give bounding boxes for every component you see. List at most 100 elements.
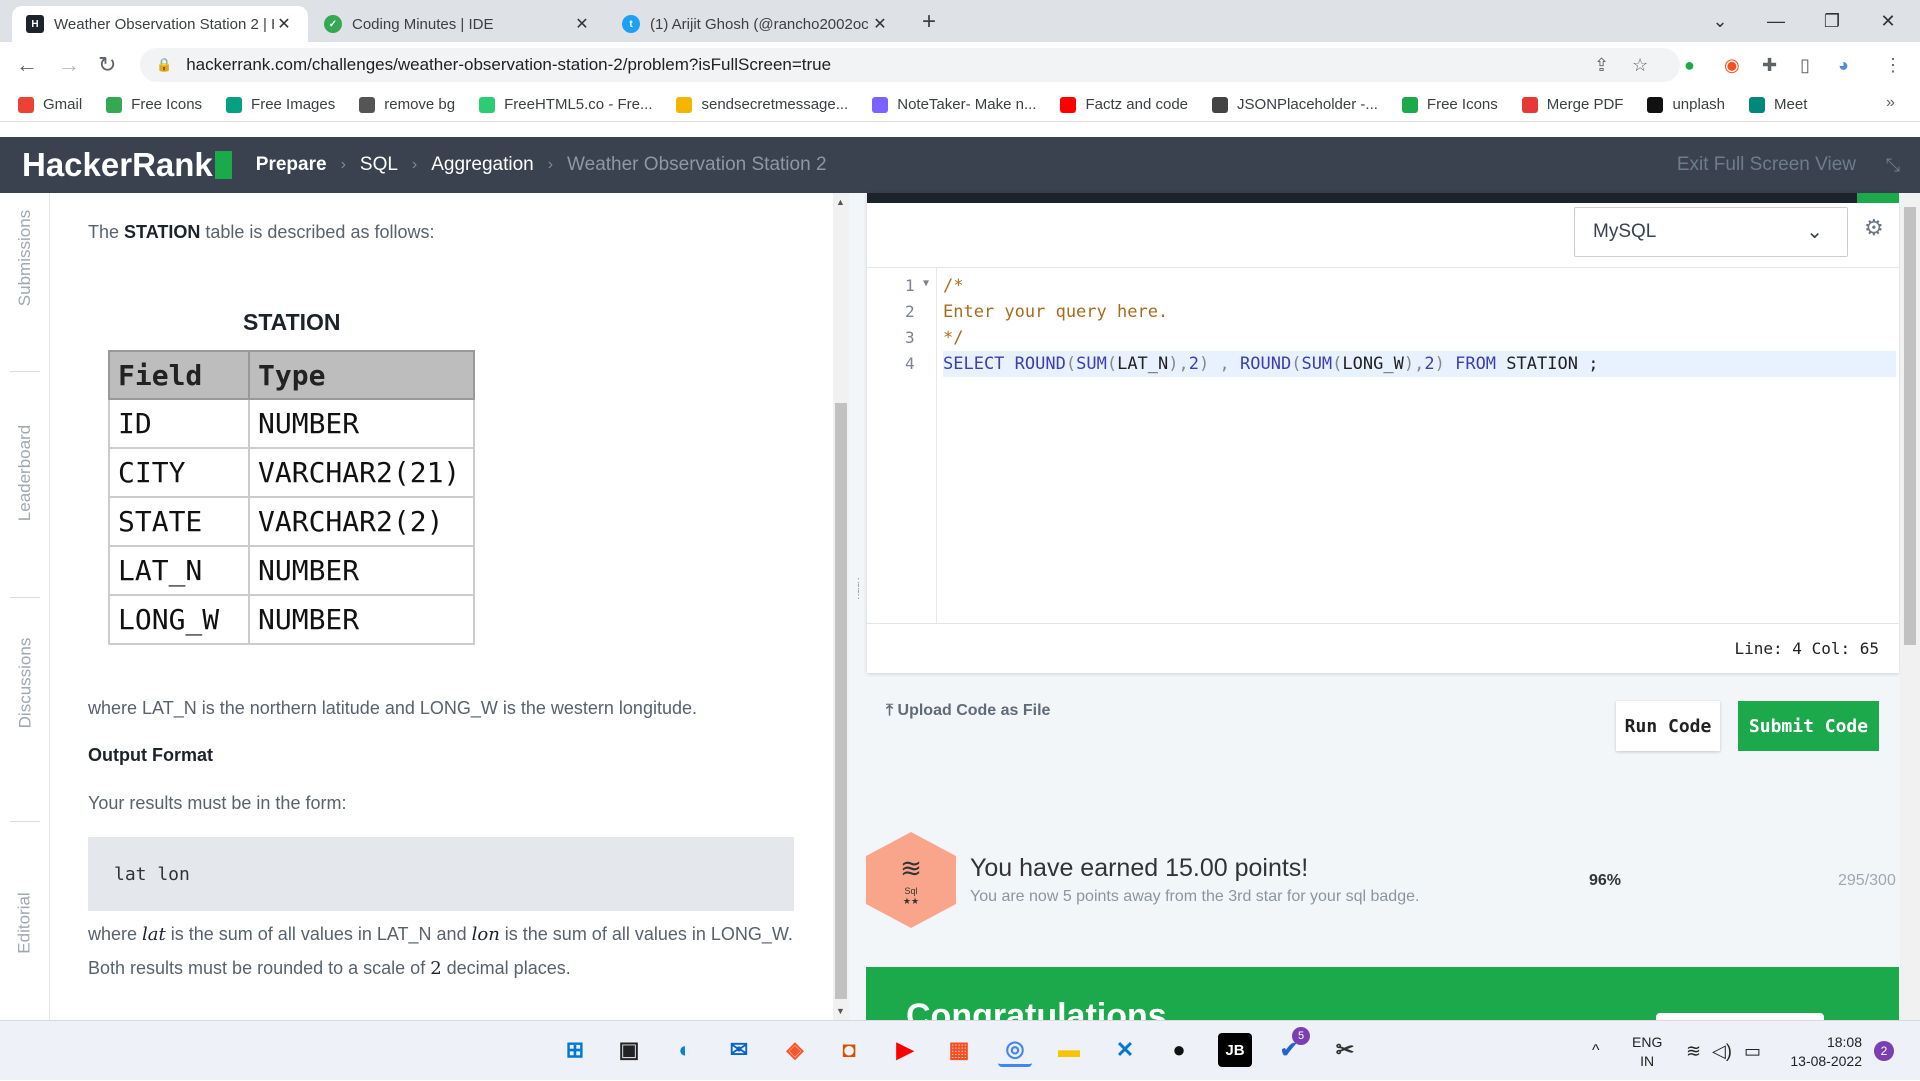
- puzzle-icon[interactable]: ✚: [1762, 55, 1777, 76]
- vscode-icon[interactable]: ✕: [1108, 1033, 1142, 1067]
- reload-icon[interactable]: ↻: [98, 52, 116, 78]
- task-view-icon[interactable]: ▣: [612, 1033, 646, 1067]
- language-select[interactable]: MySQL ⌄: [1574, 207, 1848, 257]
- table-row: LAT_N NUMBER: [108, 545, 475, 596]
- submit-code-button[interactable]: Submit Code: [1738, 701, 1879, 751]
- bookmark-item[interactable]: Factz and code: [1060, 96, 1188, 113]
- brave-icon[interactable]: ◈: [778, 1033, 812, 1067]
- chevron-up-icon[interactable]: ^: [1592, 1021, 1600, 1081]
- bookmark-item[interactable]: FreeHTML5.co - Fre...: [479, 96, 652, 113]
- code-line[interactable]: */: [943, 325, 1896, 351]
- browser-tab-hackerrank[interactable]: H Weather Observation Station 2 | H ✕: [12, 6, 308, 42]
- problem-statement: The STATION table is described as follow…: [50, 193, 830, 1020]
- wifi-icon[interactable]: ≋: [1686, 1021, 1701, 1081]
- volume-icon[interactable]: ◁): [1712, 1021, 1732, 1081]
- snipping-tool-icon[interactable]: ✂: [1328, 1033, 1362, 1067]
- bookmark-label: Free Icons: [131, 96, 203, 113]
- minimize-icon[interactable]: —: [1748, 0, 1804, 42]
- json-icon: [1212, 96, 1229, 113]
- note-icon: [872, 96, 889, 113]
- bookmark-item[interactable]: Free Images: [226, 96, 335, 113]
- browser-tab-twitter[interactable]: t (1) Arijit Ghosh (@rancho2002oc ✕: [608, 6, 904, 42]
- tab-editorial[interactable]: Editorial: [0, 873, 50, 973]
- bookmark-item[interactable]: remove bg: [359, 96, 455, 113]
- tab-leaderboard[interactable]: Leaderboard: [0, 413, 50, 533]
- edge-icon[interactable]: ◐: [668, 1033, 702, 1067]
- run-code-button[interactable]: Run Code: [1616, 701, 1720, 751]
- chevron-right-icon: ›: [411, 156, 418, 173]
- bookmark-label: Factz and code: [1085, 96, 1189, 113]
- close-icon[interactable]: ✕: [572, 14, 592, 34]
- star-icon[interactable]: ☆: [1632, 55, 1648, 76]
- close-icon[interactable]: ✕: [870, 14, 890, 34]
- pane-splitter[interactable]: ⋮ ⋮ ⋮: [853, 578, 864, 601]
- jetbrains-icon[interactable]: JB: [1218, 1033, 1252, 1067]
- upload-code-button[interactable]: ⤒ Upload Code as File: [886, 702, 1050, 720]
- code-line[interactable]: /*: [943, 273, 1896, 299]
- maximize-icon[interactable]: ❐: [1804, 0, 1860, 42]
- bookmark-item[interactable]: sendsecretmessage...: [676, 96, 848, 113]
- code-editor: MySQL ⌄ ⚙ 1 ▼ 2 3 4 /* Enter your query …: [867, 193, 1899, 673]
- windows-start-icon[interactable]: ⊞: [558, 1033, 592, 1067]
- shrink-icon[interactable]: ⤡: [1886, 155, 1900, 176]
- crumb-prepare[interactable]: Prepare: [256, 154, 327, 176]
- crumb-aggregation[interactable]: Aggregation: [431, 154, 533, 176]
- menu-icon[interactable]: ⋮: [1884, 55, 1902, 76]
- side-tabs: Submissions Leaderboard Discussions Edit…: [0, 193, 50, 1020]
- crumb-sql[interactable]: SQL: [360, 154, 398, 176]
- microsoft-store-icon[interactable]: ▦: [942, 1033, 976, 1067]
- hackerrank-logo[interactable]: HackerRank: [22, 146, 232, 184]
- mail-icon[interactable]: ✉: [722, 1033, 756, 1067]
- where-text: where LAT_N is the northern latitude and…: [88, 698, 697, 718]
- bookmarks-bar: Gmail Free Icons Free Images remove bg FreeH…: [0, 88, 1920, 122]
- breadcrumb: Prepare › SQL › Aggregation › Weather Ob…: [256, 154, 827, 176]
- back-icon[interactable]: ←: [16, 52, 38, 78]
- bookmark-item[interactable]: Free Icons: [1401, 96, 1498, 113]
- page-scrollbar[interactable]: [1900, 193, 1920, 1020]
- browser-tab-ide[interactable]: ✓ Coding Minutes | IDE ✕: [310, 6, 606, 42]
- new-tab-icon[interactable]: +: [922, 8, 936, 36]
- bookmark-label: remove bg: [384, 96, 456, 113]
- notification-count[interactable]: 2: [1874, 1041, 1894, 1061]
- gear-icon[interactable]: ⚙: [1864, 215, 1884, 241]
- language-indicator[interactable]: ENG IN: [1632, 1033, 1662, 1071]
- pdf-icon: [1521, 96, 1538, 113]
- code-line[interactable]: Enter your query here.: [943, 299, 1896, 325]
- battery-icon[interactable]: ▭: [1744, 1021, 1761, 1081]
- tab-submissions[interactable]: Submissions: [0, 210, 50, 306]
- crumb-current: Weather Observation Station 2: [567, 154, 827, 175]
- youtube-icon[interactable]: ▶: [888, 1033, 922, 1067]
- bookmark-item[interactable]: NoteTaker- Make n...: [872, 96, 1036, 113]
- congratulations-banner: Congratulations: [866, 967, 1899, 1020]
- chrome-icon[interactable]: ◎: [998, 1033, 1032, 1067]
- cursor-status: Line: 4 Col: 65: [867, 623, 1899, 673]
- extension-icon[interactable]: ◉: [1724, 55, 1740, 76]
- fold-icon[interactable]: ▼: [923, 278, 929, 289]
- problem-scrollbar[interactable]: ▲ ▼: [833, 193, 849, 1020]
- close-icon[interactable]: ✕: [274, 14, 294, 34]
- bookmark-item[interactable]: Meet: [1749, 96, 1807, 113]
- sidepanel-icon[interactable]: ▯: [1800, 55, 1810, 76]
- github-icon[interactable]: ●: [1162, 1033, 1196, 1067]
- progress-score: 295/300: [1838, 872, 1896, 889]
- code-line[interactable]: SELECT ROUND(SUM(LAT_N),2) , ROUND(SUM(L…: [943, 351, 1896, 377]
- forward-icon[interactable]: →: [58, 52, 80, 78]
- bookmark-item[interactable]: Merge PDF: [1521, 96, 1623, 113]
- grammarly-icon[interactable]: ●: [1684, 55, 1695, 76]
- table-row: STATE VARCHAR2(2): [108, 496, 475, 547]
- clock[interactable]: 18:08 13-08-2022: [1776, 1033, 1862, 1071]
- avatar[interactable]: ◕: [1838, 55, 1849, 76]
- bookmark-item[interactable]: Gmail: [18, 96, 82, 113]
- exit-fullscreen-link[interactable]: Exit Full Screen View: [1677, 137, 1856, 193]
- window-close-icon[interactable]: ✕: [1860, 0, 1916, 42]
- file-explorer-icon[interactable]: ▬: [1052, 1033, 1086, 1067]
- bookmark-item[interactable]: Free Icons: [106, 96, 202, 113]
- share-icon[interactable]: ⇪: [1594, 55, 1609, 76]
- tab-discussions[interactable]: Discussions: [0, 623, 50, 743]
- address-bar[interactable]: 🔒 hackerrank.com/challenges/weather-obse…: [140, 48, 1680, 82]
- bookmark-item[interactable]: JSONPlaceholder -...: [1212, 96, 1378, 113]
- app-icon[interactable]: ◘: [832, 1033, 866, 1067]
- bookmark-item[interactable]: unplash: [1647, 96, 1725, 113]
- tab-search-icon[interactable]: ⌄: [1692, 0, 1748, 42]
- more-bookmarks-icon[interactable]: »: [1886, 94, 1895, 112]
